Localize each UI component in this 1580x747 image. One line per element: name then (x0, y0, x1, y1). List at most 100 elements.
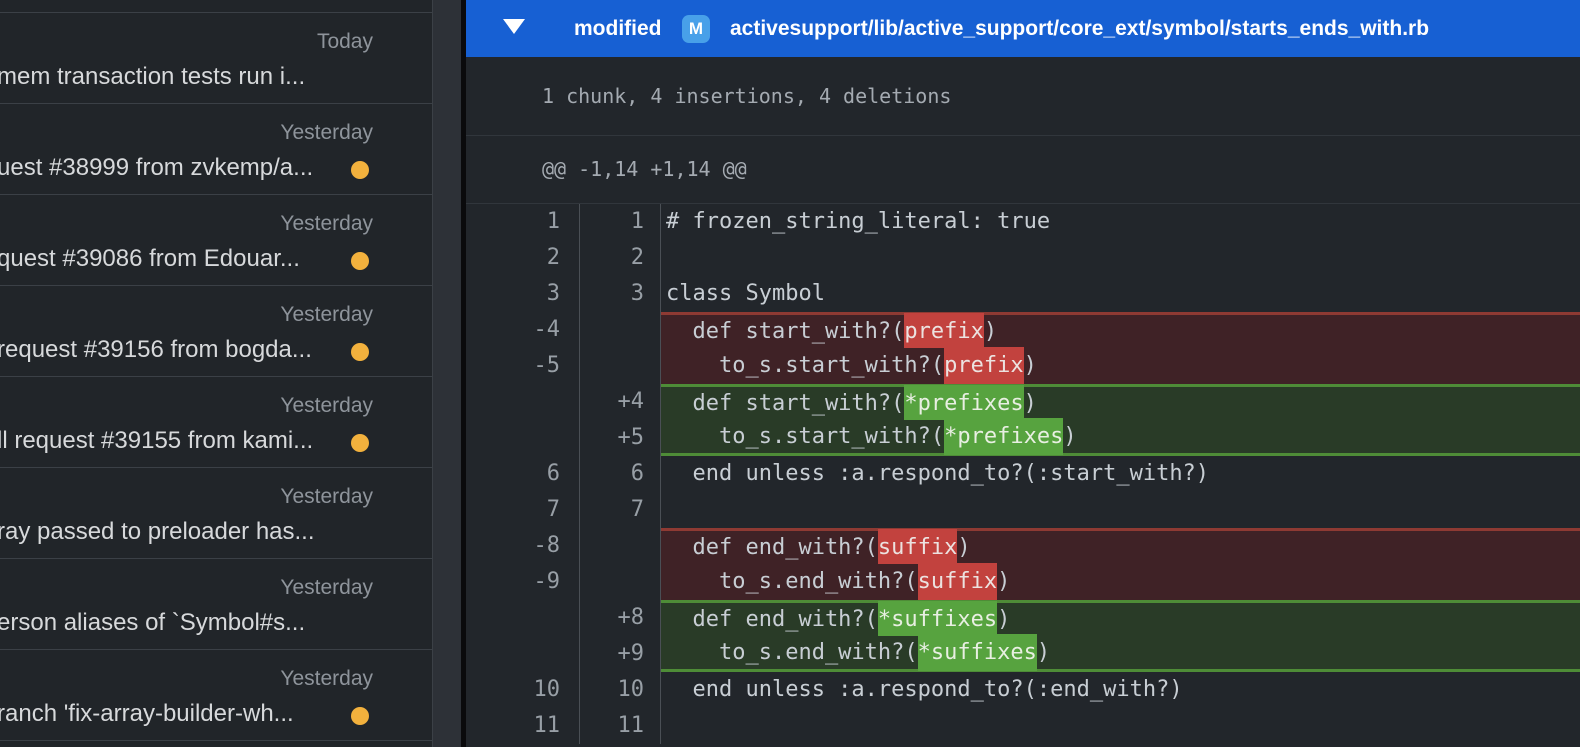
code-text: # frozen_string_literal: true (661, 204, 1580, 240)
diff-line[interactable]: 77 (466, 492, 1580, 528)
old-line-number: 1 (466, 204, 580, 240)
intraline-diff-highlight: *suffixes (918, 634, 1037, 671)
old-line-number: 2 (466, 240, 580, 276)
unpushed-dot-icon (351, 343, 369, 361)
new-line-number: +9 (580, 636, 661, 672)
commit-message: uest #38999 from zvkemp/a... (0, 154, 313, 182)
commit-message: quest #39086 from Edouar... (0, 245, 300, 273)
diff-line[interactable]: 1111 (466, 708, 1580, 744)
code-text: end unless :a.respond_to?(:end_with?) (661, 672, 1580, 708)
commit-rows-container: Today mem transaction tests run i... Yeste… (0, 13, 432, 741)
old-line-number: 7 (466, 492, 580, 528)
chunk-header[interactable]: @@ -1,14 +1,14 @@ (542, 136, 747, 203)
new-line-number (580, 348, 661, 384)
unpushed-dot-icon (351, 161, 369, 179)
diff-line[interactable]: +9 to_s.end_with?(*suffixes) (466, 636, 1580, 672)
intraline-diff-highlight: suffix (918, 563, 997, 600)
diff-code-area: 11# frozen_string_literal: true2233class… (466, 204, 1580, 744)
commit-date: Yesterday (280, 394, 373, 418)
new-line-number: 6 (580, 456, 661, 492)
old-line-number: -4 (466, 312, 580, 348)
diff-line[interactable]: +8 def end_with?(*suffixes) (466, 600, 1580, 636)
old-line-number: -8 (466, 528, 580, 564)
new-line-number: 3 (580, 276, 661, 312)
intraline-diff-highlight: *prefixes (944, 418, 1063, 455)
new-line-number: +8 (580, 600, 661, 636)
code-text: to_s.end_with?(suffix) (661, 564, 1580, 600)
commit-date: Yesterday (280, 121, 373, 145)
new-line-number: 1 (580, 204, 661, 240)
commit-message: ranch 'fix-array-builder-wh... (0, 700, 294, 728)
diff-line[interactable]: -5 to_s.start_with?(prefix) (466, 348, 1580, 384)
new-line-number: 10 (580, 672, 661, 708)
old-line-number: 6 (466, 456, 580, 492)
old-line-number: 10 (466, 672, 580, 708)
code-text: to_s.start_with?(prefix) (661, 348, 1580, 384)
diff-file-header[interactable]: modified M activesupport/lib/active_supp… (466, 0, 1580, 57)
diff-line[interactable]: 66 end unless :a.respond_to?(:start_with… (466, 456, 1580, 492)
commit-row[interactable]: Yesterdayerson aliases of `Symbol#s... (0, 559, 432, 650)
commit-row[interactable]: Yesterday ranch 'fix-array-builder-wh... (0, 650, 432, 741)
commit-row[interactable]: Yesterday uest #38999 from zvkemp/a... (0, 104, 432, 195)
intraline-diff-highlight: prefix (944, 347, 1023, 384)
new-line-number: 2 (580, 240, 661, 276)
code-text: def start_with?(*prefixes) (661, 384, 1580, 420)
old-line-number (466, 384, 580, 420)
diff-line[interactable]: 11# frozen_string_literal: true (466, 204, 1580, 240)
commit-row-partial (0, 0, 432, 13)
commit-message: ray passed to preloader has... (0, 518, 315, 546)
diff-panel: modified M activesupport/lib/active_supp… (466, 0, 1580, 747)
new-line-number: +4 (580, 384, 661, 420)
new-line-number (580, 564, 661, 600)
code-text (661, 708, 1580, 744)
old-line-number: -5 (466, 348, 580, 384)
commit-date: Today (317, 30, 373, 54)
intraline-diff-highlight: suffix (878, 529, 957, 566)
commit-message: ll request #39155 from kami... (0, 427, 313, 455)
intraline-diff-highlight: *suffixes (878, 601, 997, 638)
code-text: to_s.start_with?(*prefixes) (661, 420, 1580, 456)
diff-line[interactable]: -9 to_s.end_with?(suffix) (466, 564, 1580, 600)
diff-line[interactable]: 22 (466, 240, 1580, 276)
code-text: def end_with?(suffix) (661, 528, 1580, 564)
commit-date: Yesterday (280, 212, 373, 236)
new-line-number: 7 (580, 492, 661, 528)
diff-line[interactable]: 33class Symbol (466, 276, 1580, 312)
commit-row[interactable]: Yesterday request #39156 from bogda... (0, 286, 432, 377)
new-line-number: +5 (580, 420, 661, 456)
old-line-number: -9 (466, 564, 580, 600)
commit-row[interactable]: Today mem transaction tests run i... (0, 13, 432, 104)
new-line-number (580, 312, 661, 348)
code-text (661, 240, 1580, 276)
commit-row[interactable]: Yesterday quest #39086 from Edouar... (0, 195, 432, 286)
diff-line[interactable]: -4 def start_with?(prefix) (466, 312, 1580, 348)
old-line-number: 3 (466, 276, 580, 312)
code-text (661, 492, 1580, 528)
old-line-number: 11 (466, 708, 580, 744)
diff-line[interactable]: +5 to_s.start_with?(*prefixes) (466, 420, 1580, 456)
commit-date: Yesterday (280, 667, 373, 691)
diff-line[interactable]: -8 def end_with?(suffix) (466, 528, 1580, 564)
commit-date: Yesterday (280, 576, 373, 600)
intraline-diff-highlight: *prefixes (904, 385, 1023, 422)
old-line-number (466, 420, 580, 456)
code-text: class Symbol (661, 276, 1580, 312)
commit-date: Yesterday (280, 485, 373, 509)
commit-message: mem transaction tests run i... (0, 63, 305, 91)
unpushed-dot-icon (351, 434, 369, 452)
file-status-label: modified (574, 0, 662, 57)
diff-line[interactable]: +4 def start_with?(*prefixes) (466, 384, 1580, 420)
diff-line[interactable]: 1010 end unless :a.respond_to?(:end_with… (466, 672, 1580, 708)
panel-splitter[interactable] (433, 0, 461, 747)
commit-date: Yesterday (280, 303, 373, 327)
collapse-triangle-icon[interactable] (503, 19, 525, 34)
commit-message: request #39156 from bogda... (0, 336, 312, 364)
commit-row[interactable]: Yesterday ray passed to preloader has... (0, 468, 432, 559)
unpushed-dot-icon (351, 707, 369, 725)
commit-row[interactable]: Yesterday ll request #39155 from kami... (0, 377, 432, 468)
code-text: def end_with?(*suffixes) (661, 600, 1580, 636)
modified-badge: M (682, 15, 710, 43)
new-line-number (580, 528, 661, 564)
intraline-diff-highlight: prefix (904, 313, 983, 350)
old-line-number (466, 600, 580, 636)
